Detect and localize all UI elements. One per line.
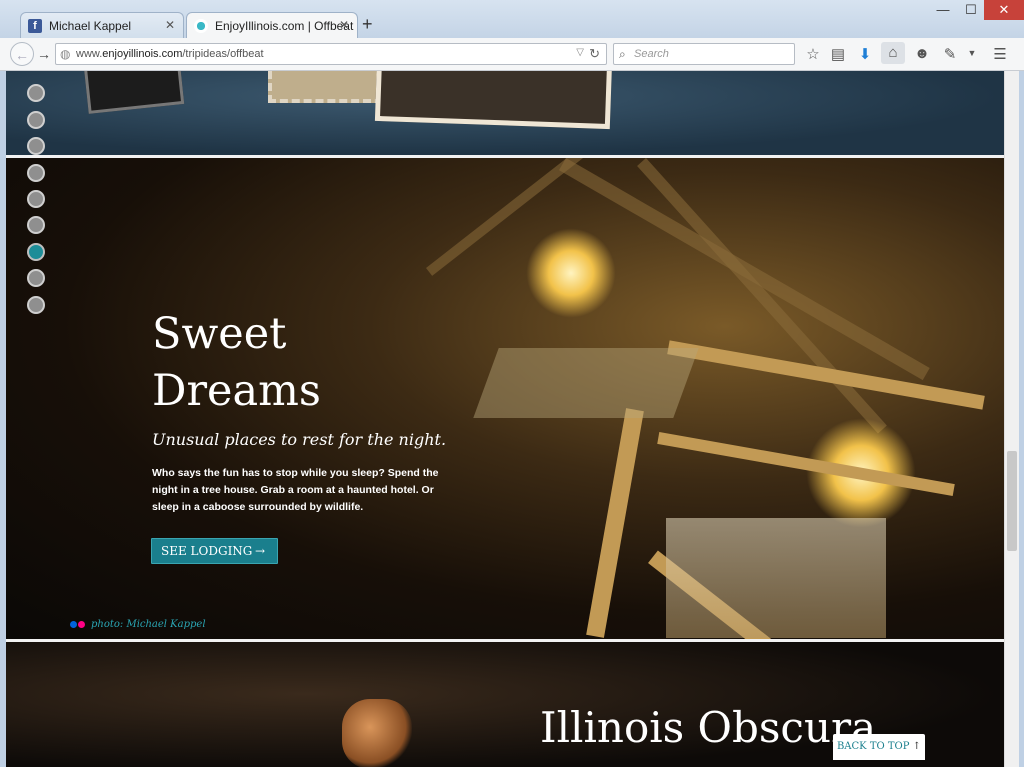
tab-michael-kappel[interactable]: f Michael Kappel ✕ bbox=[20, 12, 184, 38]
next-section-title: Illinois Obscura bbox=[540, 703, 877, 752]
section-dot[interactable] bbox=[27, 164, 45, 182]
tab-title: EnjoyIllinois.com | Offbeat ... bbox=[215, 19, 358, 33]
tab-close-icon[interactable]: ✕ bbox=[165, 18, 175, 32]
chat-icon[interactable]: ☻ bbox=[912, 45, 932, 62]
url-bar[interactable]: ◍ www.enjoyillinois.com/tripideas/offbea… bbox=[55, 43, 607, 65]
forward-button[interactable]: → bbox=[37, 46, 51, 62]
url-domain: enjoyillinois.com bbox=[102, 48, 183, 60]
url-prefix: www. bbox=[76, 48, 103, 60]
globe-icon: ◍ bbox=[60, 47, 71, 61]
bookmark-star-icon[interactable]: ☆ bbox=[803, 45, 823, 63]
menu-icon[interactable]: ☰ bbox=[990, 45, 1010, 63]
close-window-button[interactable]: ✕ bbox=[984, 0, 1024, 20]
page-scrollbar[interactable] bbox=[1004, 71, 1019, 767]
decorative-rail bbox=[667, 340, 985, 410]
arrow-right-icon: → bbox=[254, 544, 265, 558]
extension-icon[interactable]: ✎ bbox=[940, 45, 960, 63]
decorative-lower-room bbox=[666, 518, 886, 638]
decorative-photo bbox=[83, 71, 185, 114]
see-lodging-button[interactable]: SEE LODGING → bbox=[151, 538, 278, 564]
cta-label: SEE LODGING bbox=[161, 544, 253, 558]
decorative-bed bbox=[473, 348, 699, 418]
url-path: /tripideas/offbeat bbox=[182, 48, 264, 60]
section-dot[interactable] bbox=[27, 84, 45, 102]
maximize-button[interactable]: ☐ bbox=[958, 0, 984, 20]
back-to-top-button[interactable]: BACK TO TOP ↑ bbox=[833, 734, 925, 760]
flickr-icon bbox=[70, 621, 77, 628]
search-bar[interactable]: ⌕ Search bbox=[613, 43, 795, 65]
arrow-up-icon: ↑ bbox=[912, 741, 922, 752]
reload-icon[interactable]: ↻ bbox=[589, 46, 600, 62]
section-dot[interactable] bbox=[27, 190, 45, 208]
section-dot[interactable] bbox=[27, 111, 45, 129]
enjoyillinois-icon bbox=[194, 19, 208, 33]
tab-enjoyillinois[interactable]: EnjoyIllinois.com | Offbeat ... ✕ bbox=[186, 12, 358, 38]
scrollbar-thumb[interactable] bbox=[1007, 451, 1017, 551]
section-dot[interactable] bbox=[27, 216, 45, 234]
search-icon: ⌕ bbox=[619, 47, 626, 61]
facebook-icon: f bbox=[28, 19, 42, 33]
extension-dropdown-icon[interactable]: ▼ bbox=[962, 48, 982, 58]
hand-image bbox=[342, 699, 412, 767]
new-tab-button[interactable]: + bbox=[362, 14, 373, 35]
tab-strip: f Michael Kappel ✕ EnjoyIllinois.com | O… bbox=[0, 0, 1024, 38]
reading-list-icon[interactable]: ▤ bbox=[828, 45, 848, 63]
section-dot[interactable] bbox=[27, 137, 45, 155]
flickr-icon bbox=[78, 621, 85, 628]
section-title: Sweet Dreams bbox=[152, 309, 321, 416]
download-icon[interactable]: ⬇ bbox=[855, 45, 875, 63]
section-dot[interactable] bbox=[27, 296, 45, 314]
back-to-top-label: BACK TO TOP bbox=[836, 741, 910, 752]
photo-credit-text: photo: Michael Kappel bbox=[91, 619, 206, 630]
back-button[interactable]: ← bbox=[10, 42, 34, 66]
previous-section-hero bbox=[6, 71, 1004, 155]
lamp-glow bbox=[526, 228, 616, 318]
history-dropdown-icon[interactable]: ▽ bbox=[576, 47, 584, 58]
section-dot[interactable] bbox=[27, 269, 45, 287]
minimize-button[interactable]: — bbox=[930, 0, 956, 20]
sweet-dreams-section: Sweet Dreams Unusual places to rest for … bbox=[6, 158, 1004, 639]
navigation-toolbar: ← → ◍ www.enjoyillinois.com/tripideas/of… bbox=[0, 38, 1024, 71]
search-placeholder: Search bbox=[634, 48, 669, 60]
decorative-post bbox=[586, 408, 644, 638]
photo-credit[interactable]: photo: Michael Kappel bbox=[70, 619, 206, 630]
section-subtitle: Unusual places to rest for the night. bbox=[152, 430, 447, 449]
page-viewport: Sweet Dreams Unusual places to rest for … bbox=[6, 71, 1004, 767]
section-dot-active[interactable] bbox=[27, 243, 45, 261]
home-icon[interactable]: ⌂ bbox=[881, 42, 905, 64]
tab-close-icon[interactable]: ✕ bbox=[339, 18, 349, 32]
tab-title: Michael Kappel bbox=[49, 19, 132, 33]
decorative-photo bbox=[374, 71, 613, 130]
section-description: Who says the fun has to stop while you s… bbox=[152, 467, 439, 513]
